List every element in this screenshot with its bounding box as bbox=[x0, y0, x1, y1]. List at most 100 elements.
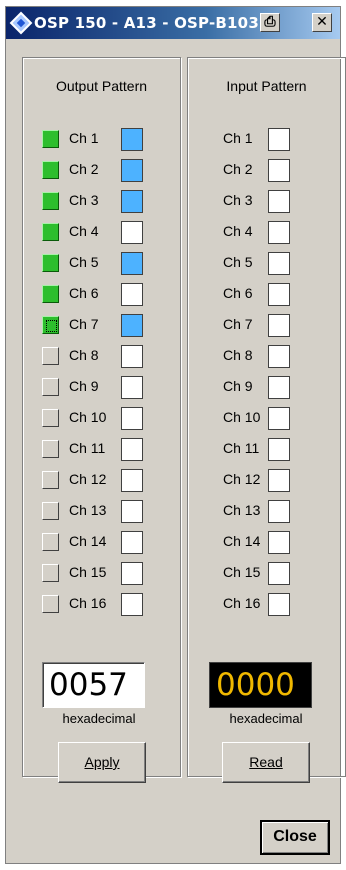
input-channel-row: Ch 13 bbox=[223, 500, 313, 523]
osp-window: OSP 150 - A13 - OSP-B103 ⎙ ✕ Output Patt… bbox=[5, 6, 346, 864]
input-channel-label: Ch 11 bbox=[223, 440, 260, 456]
title-bar[interactable]: OSP 150 - A13 - OSP-B103 ⎙ ✕ bbox=[6, 7, 340, 39]
output-bit-indicator bbox=[121, 345, 143, 368]
output-channel-row: Ch 14 bbox=[42, 531, 162, 554]
input-bit-indicator bbox=[268, 593, 290, 616]
input-bit-indicator bbox=[268, 562, 290, 585]
input-bit-indicator bbox=[268, 283, 290, 306]
output-channel-toggle[interactable] bbox=[42, 285, 59, 303]
output-channel-label: Ch 13 bbox=[69, 502, 107, 518]
output-channel-toggle[interactable] bbox=[42, 409, 59, 427]
output-bit-indicator bbox=[121, 190, 143, 213]
output-channel-label: Ch 11 bbox=[69, 440, 106, 456]
output-channel-toggle[interactable] bbox=[42, 130, 59, 148]
output-channel-toggle[interactable] bbox=[42, 533, 59, 551]
close-button[interactable]: Close bbox=[260, 820, 330, 855]
input-channel-label: Ch 2 bbox=[223, 161, 253, 177]
output-bit-indicator bbox=[121, 469, 143, 492]
output-bit-indicator bbox=[121, 314, 143, 337]
output-channel-toggle[interactable] bbox=[42, 316, 59, 334]
input-bit-indicator bbox=[268, 159, 290, 182]
output-pattern-group: Output Pattern Ch 1 Ch 2 Ch 3 Ch 4 Ch 5 Ch 6 C… bbox=[22, 57, 181, 783]
read-button[interactable]: Read bbox=[222, 742, 310, 783]
input-channel-row: Ch 15 bbox=[223, 562, 313, 585]
input-channel-label: Ch 16 bbox=[223, 595, 261, 611]
input-bit-indicator bbox=[268, 407, 290, 430]
output-channel-label: Ch 1 bbox=[69, 130, 99, 146]
input-channel-row: Ch 12 bbox=[223, 469, 313, 492]
output-channel-toggle[interactable] bbox=[42, 254, 59, 272]
apply-button[interactable]: Apply bbox=[58, 742, 146, 783]
print-icon[interactable]: ⎙ bbox=[260, 13, 280, 32]
input-channel-row: Ch 4 bbox=[223, 221, 313, 244]
input-channel-label: Ch 1 bbox=[223, 130, 253, 146]
output-channel-toggle[interactable] bbox=[42, 192, 59, 210]
output-channel-toggle[interactable] bbox=[42, 471, 59, 489]
input-channel-label: Ch 3 bbox=[223, 192, 253, 208]
output-channel-row: Ch 4 bbox=[42, 221, 162, 244]
output-channel-label: Ch 7 bbox=[69, 316, 99, 332]
output-channel-toggle[interactable] bbox=[42, 161, 59, 179]
input-channel-row: Ch 9 bbox=[223, 376, 313, 399]
input-hex-display: 0000 bbox=[209, 662, 312, 708]
output-channel-label: Ch 15 bbox=[69, 564, 107, 580]
output-bit-indicator bbox=[121, 128, 143, 151]
input-bit-indicator bbox=[268, 376, 290, 399]
output-hex-label: hexadecimal bbox=[62, 711, 136, 726]
output-channel-row: Ch 2 bbox=[42, 159, 162, 182]
output-hex-input[interactable]: 0057 bbox=[42, 662, 145, 708]
close-icon[interactable]: ✕ bbox=[312, 13, 332, 32]
output-channel-label: Ch 8 bbox=[69, 347, 99, 363]
output-channel-toggle[interactable] bbox=[42, 564, 59, 582]
input-pattern-group: Input Pattern Ch 1 Ch 2 Ch 3 Ch 4 Ch 5 Ch 6 Ch… bbox=[187, 57, 346, 783]
output-channel-row: Ch 1 bbox=[42, 128, 162, 151]
output-bit-indicator bbox=[121, 376, 143, 399]
input-bit-indicator bbox=[268, 190, 290, 213]
input-channel-row: Ch 7 bbox=[223, 314, 313, 337]
output-channel-toggle[interactable] bbox=[42, 440, 59, 458]
output-channel-label: Ch 16 bbox=[69, 595, 107, 611]
input-channel-label: Ch 14 bbox=[223, 533, 261, 549]
input-pattern-title: Input Pattern bbox=[226, 78, 307, 94]
output-bit-indicator bbox=[121, 593, 143, 616]
input-channel-label: Ch 9 bbox=[223, 378, 253, 394]
output-channel-toggle[interactable] bbox=[42, 347, 59, 365]
input-channel-label: Ch 6 bbox=[223, 285, 253, 301]
input-channel-label: Ch 10 bbox=[223, 409, 261, 425]
input-channel-row: Ch 11 bbox=[223, 438, 313, 461]
output-bit-indicator bbox=[121, 252, 143, 275]
output-channel-row: Ch 15 bbox=[42, 562, 162, 585]
output-bit-indicator bbox=[121, 159, 143, 182]
input-channel-row: Ch 8 bbox=[223, 345, 313, 368]
output-channel-toggle[interactable] bbox=[42, 502, 59, 520]
output-channel-row: Ch 11 bbox=[42, 438, 162, 461]
output-bit-indicator bbox=[121, 221, 143, 244]
output-channel-label: Ch 12 bbox=[69, 471, 107, 487]
input-bit-indicator bbox=[268, 469, 290, 492]
window-title: OSP 150 - A13 - OSP-B103 bbox=[34, 14, 259, 32]
input-channel-label: Ch 7 bbox=[223, 316, 253, 332]
input-bit-indicator bbox=[268, 500, 290, 523]
input-bit-indicator bbox=[268, 345, 290, 368]
output-channel-label: Ch 2 bbox=[69, 161, 99, 177]
output-channel-toggle[interactable] bbox=[42, 223, 59, 241]
input-channel-row: Ch 16 bbox=[223, 593, 313, 616]
output-bit-indicator bbox=[121, 283, 143, 306]
input-channel-label: Ch 8 bbox=[223, 347, 253, 363]
input-bit-indicator bbox=[268, 221, 290, 244]
output-channel-row: Ch 10 bbox=[42, 407, 162, 430]
input-bit-indicator bbox=[268, 438, 290, 461]
output-channel-label: Ch 14 bbox=[69, 533, 107, 549]
output-channel-row: Ch 3 bbox=[42, 190, 162, 213]
input-channel-label: Ch 12 bbox=[223, 471, 261, 487]
output-channel-row: Ch 16 bbox=[42, 593, 162, 616]
output-bit-indicator bbox=[121, 562, 143, 585]
output-channel-row: Ch 12 bbox=[42, 469, 162, 492]
output-channel-row: Ch 8 bbox=[42, 345, 162, 368]
output-channel-row: Ch 13 bbox=[42, 500, 162, 523]
output-channel-label: Ch 3 bbox=[69, 192, 99, 208]
output-pattern-title: Output Pattern bbox=[55, 78, 148, 94]
output-channel-label: Ch 9 bbox=[69, 378, 99, 394]
output-channel-toggle[interactable] bbox=[42, 378, 59, 396]
output-channel-toggle[interactable] bbox=[42, 595, 59, 613]
